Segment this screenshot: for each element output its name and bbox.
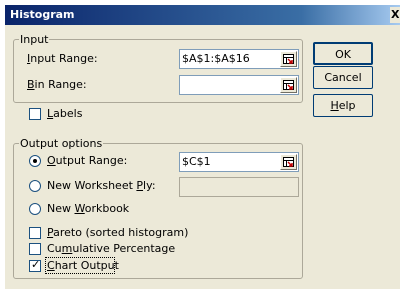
new-worksheet-ply-label[interactable]: New Worksheet Ply: — [47, 179, 156, 193]
input-range-field[interactable]: $A$1:$A$16 — [179, 49, 299, 69]
input-range-label: Input Range: — [27, 52, 98, 65]
window-title: Histogram — [10, 8, 75, 21]
input-range-selector-button[interactable] — [280, 51, 297, 67]
output-options-legend: Output options — [19, 137, 104, 150]
title-bar: Histogram — [5, 5, 400, 25]
input-group-legend: Input — [19, 33, 50, 46]
output-range-radio[interactable] — [29, 155, 41, 167]
range-selector-icon — [283, 157, 294, 167]
new-workbook-label[interactable]: New Workbook — [47, 202, 129, 216]
cumulative-percentage-label[interactable]: Cumulative Percentage — [47, 242, 175, 256]
output-range-selector-button[interactable] — [280, 154, 297, 170]
range-selector-icon — [283, 54, 294, 64]
output-range-field[interactable]: $C$1 — [179, 152, 299, 172]
output-range-label[interactable]: Output Range: — [47, 154, 127, 168]
bin-range-selector-button[interactable] — [280, 77, 297, 93]
new-worksheet-ply-field — [179, 177, 299, 197]
labels-checkbox-label[interactable]: Labels — [47, 107, 82, 121]
labels-checkbox[interactable] — [29, 108, 41, 120]
chart-output-label[interactable]: Chart Output — [47, 259, 119, 273]
pareto-checkbox[interactable] — [29, 227, 41, 239]
pareto-label[interactable]: Pareto (sorted histogram) — [47, 226, 188, 240]
help-button[interactable]: Help — [313, 94, 373, 117]
histogram-dialog: Histogram X Input Input Range: $A$1:$A$1… — [5, 5, 400, 289]
close-icon[interactable]: X — [390, 7, 400, 23]
cumulative-percentage-checkbox[interactable] — [29, 243, 41, 255]
range-selector-icon — [283, 80, 294, 90]
radio-selected-dot — [33, 159, 37, 163]
chart-output-checkbox[interactable]: ✓ — [29, 258, 41, 272]
cancel-button[interactable]: Cancel — [313, 66, 373, 89]
output-range-value: $C$1 — [182, 155, 211, 168]
bin-range-field[interactable] — [179, 75, 299, 95]
check-mark-icon: ✓ — [31, 258, 41, 271]
ok-button[interactable]: OK — [313, 42, 373, 65]
bin-range-label: Bin Range: — [27, 78, 87, 91]
new-worksheet-ply-radio[interactable] — [29, 180, 41, 192]
input-range-value: $A$1:$A$16 — [182, 52, 250, 65]
new-workbook-radio[interactable] — [29, 203, 41, 215]
